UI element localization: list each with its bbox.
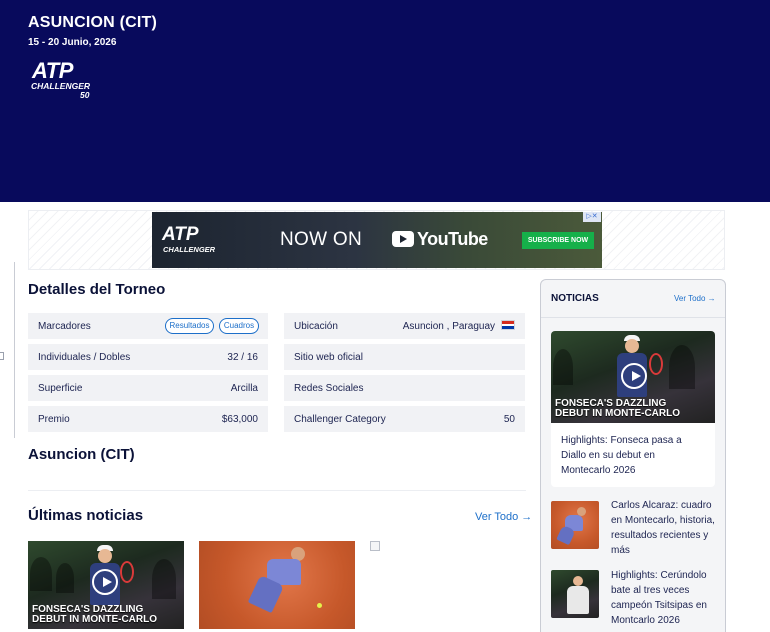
sidebar-item-headline[interactable]: Highlights: Cerúndolo bate al tres veces… — [611, 568, 719, 628]
see-all-label: Ver Todo — [674, 294, 706, 303]
tournament-title: ASUNCION (CIT) — [28, 14, 158, 31]
sidebar-item-headline[interactable]: Carlos Alcaraz: cuadro en Montecarlo, hi… — [611, 498, 719, 558]
thumb-caption: FONSECA'S DAZZLING DEBUT IN MONTE-CARLO — [555, 398, 680, 419]
left-edge-divider — [14, 262, 15, 438]
detail-label: Redes Sociales — [294, 383, 364, 394]
logo-level-text: 50 — [80, 90, 90, 100]
ad-atp-logo: ATP — [162, 224, 199, 245]
detail-row-redes: Redes Sociales — [284, 375, 525, 401]
news-see-all-link[interactable]: Ver Todo → — [475, 511, 532, 523]
play-icon[interactable] — [92, 569, 118, 595]
arrow-right-icon: → — [705, 294, 716, 303]
detail-row-ubicacion: Ubicación Asuncion , Paraguay — [284, 313, 525, 339]
detail-row-sitio-web[interactable]: Sitio web oficial — [284, 344, 525, 370]
detail-row-marcadores: Marcadores Resultados Cuadros — [28, 313, 268, 339]
sidebar-title: NOTICIAS — [551, 293, 599, 304]
detail-label: Individuales / Dobles — [38, 352, 131, 363]
section-divider — [28, 490, 526, 491]
arrow-right-icon: → — [518, 511, 533, 523]
detail-row-superficie: Superficie Arcilla — [28, 375, 268, 401]
ad-platform: YouTube — [417, 229, 488, 249]
detail-label: Marcadores — [38, 321, 91, 332]
sidebar-see-all-link[interactable]: Ver Todo → — [674, 294, 716, 303]
ad-headline: NOW ON — [280, 229, 363, 250]
detail-row-premio: Premio $63,000 — [28, 406, 268, 432]
news-sidebar: NOTICIAS Ver Todo → FONSECA'S DAZZLING D… — [540, 279, 726, 632]
news-thumb-photo[interactable] — [199, 541, 355, 629]
broken-image-icon — [370, 541, 380, 551]
sidebar-item-thumb[interactable] — [551, 501, 599, 549]
detail-value: $63,000 — [221, 414, 258, 425]
play-icon[interactable] — [621, 363, 647, 389]
detail-value: Arcilla — [230, 383, 258, 394]
paraguay-flag-icon — [501, 320, 515, 330]
sidebar-featured-card[interactable]: FONSECA'S DAZZLING DEBUT IN MONTE-CARLO … — [551, 331, 715, 487]
detail-row-individuales: Individuales / Dobles 32 / 16 — [28, 344, 268, 370]
details-title: Detalles del Torneo — [28, 281, 166, 298]
featured-thumb[interactable]: FONSECA'S DAZZLING DEBUT IN MONTE-CARLO — [551, 331, 715, 423]
detail-row-category: Challenger Category 50 — [284, 406, 525, 432]
detail-label: Sitio web oficial — [294, 352, 363, 363]
thumb-caption: FONSECA'S DAZZLING DEBUT IN MONTE-CARLO — [32, 604, 157, 625]
tournament-dates: 15 - 20 Junio, 2026 — [28, 37, 117, 48]
ad-choices-icon[interactable]: ▷✕ — [583, 212, 601, 222]
ad-banner[interactable]: ATP CHALLENGER NOW ON YouTube SUBSCRIBE … — [152, 212, 602, 268]
detail-label: Premio — [38, 414, 70, 425]
detail-value: 32 / 16 — [227, 352, 258, 363]
detail-label: Challenger Category — [294, 414, 386, 425]
ad-subscribe-button[interactable]: SUBSCRIBE NOW — [522, 232, 594, 249]
detail-label: Superficie — [38, 383, 83, 394]
news-thumb-video[interactable]: FONSECA'S DAZZLING DEBUT IN MONTE-CARLO — [28, 541, 184, 629]
latest-news-title: Últimas noticias — [28, 507, 144, 524]
see-all-label: Ver Todo — [475, 511, 519, 523]
left-edge-tab[interactable] — [0, 352, 4, 360]
featured-headline[interactable]: Highlights: Fonseca pasa a Diallo en su … — [561, 433, 705, 478]
resultados-button[interactable]: Resultados — [165, 318, 214, 334]
youtube-icon — [392, 231, 414, 247]
detail-label: Ubicación — [294, 321, 338, 332]
ad-challenger-logo: CHALLENGER — [163, 245, 216, 254]
cuadros-button[interactable]: Cuadros — [219, 318, 259, 334]
detail-value: 50 — [503, 414, 515, 425]
sidebar-divider — [541, 317, 725, 318]
detail-value: Asuncion , Paraguay — [402, 321, 495, 332]
tournament-hero: ASUNCION (CIT) 15 - 20 Junio, 2026 ATP C… — [0, 0, 770, 202]
sidebar-item-thumb[interactable] — [551, 570, 599, 618]
atp-challenger-logo: ATP CHALLENGER 50 — [28, 58, 106, 102]
tournament-name-heading: Asuncion (CIT) — [28, 446, 135, 463]
